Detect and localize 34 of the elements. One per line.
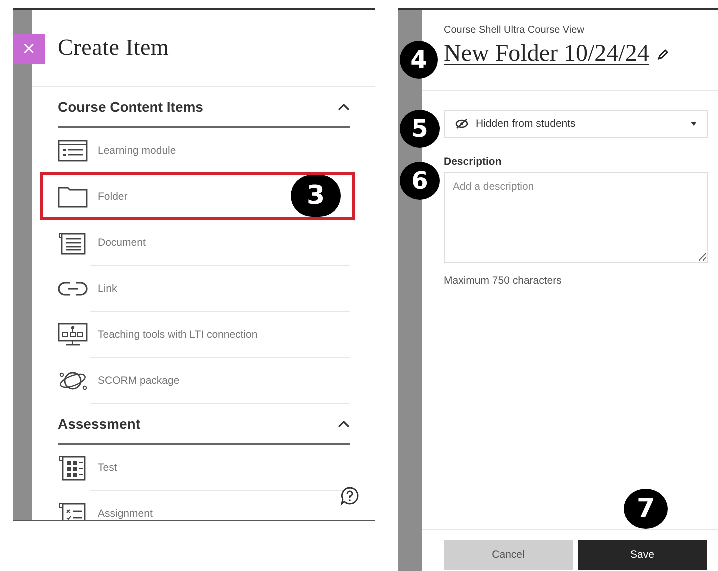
menu-item[interactable]: Folder bbox=[98, 190, 128, 202]
menu-item[interactable]: Assignment bbox=[98, 508, 153, 520]
folder-icon bbox=[58, 186, 88, 208]
menu-item[interactable]: Test bbox=[98, 462, 118, 474]
test-icon bbox=[58, 454, 88, 480]
pencil-icon[interactable] bbox=[657, 48, 670, 60]
menu-item[interactable]: Teaching tools with LTI connection bbox=[98, 328, 258, 340]
cancel-button[interactable]: Cancel bbox=[444, 540, 573, 570]
menu-item[interactable]: Document bbox=[98, 236, 146, 248]
folder-title[interactable]: New Folder 10/24/24 bbox=[444, 41, 650, 68]
list-icon bbox=[58, 140, 88, 162]
breadcrumb: Course Shell Ultra Course View bbox=[444, 25, 584, 36]
description-field[interactable]: Add a description bbox=[444, 172, 708, 263]
link-icon bbox=[58, 280, 88, 296]
step-badge: 3 bbox=[291, 175, 341, 217]
chevron-up-icon[interactable] bbox=[338, 420, 350, 428]
help-icon[interactable] bbox=[340, 486, 360, 506]
field-label: Description bbox=[444, 156, 502, 168]
menu-item[interactable]: SCORM package bbox=[98, 374, 180, 386]
save-button[interactable]: Save bbox=[578, 540, 707, 570]
chevron-up-icon[interactable] bbox=[338, 102, 350, 110]
panel-title: Create Item bbox=[58, 35, 170, 61]
eye-slash-icon bbox=[455, 119, 469, 129]
visibility-dropdown[interactable]: Hidden from students bbox=[444, 110, 708, 138]
caret-icon bbox=[691, 122, 697, 126]
menu-item[interactable]: Learning module bbox=[98, 144, 176, 156]
section-title: Course Content Items bbox=[58, 98, 204, 114]
document-icon bbox=[58, 230, 88, 254]
menu-item[interactable]: Link bbox=[98, 282, 118, 294]
section-title: Assessment bbox=[58, 416, 140, 432]
checklist-icon bbox=[58, 502, 88, 520]
character-limit-note: Maximum 750 characters bbox=[444, 275, 562, 287]
close-button[interactable]: × bbox=[13, 34, 45, 64]
monitor-icon bbox=[58, 322, 88, 346]
